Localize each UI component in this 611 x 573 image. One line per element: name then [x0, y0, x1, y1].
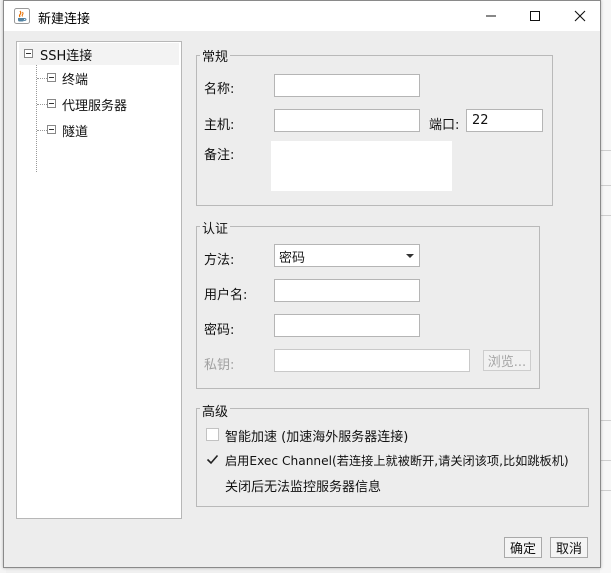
- collapse-toggle-icon[interactable]: [47, 125, 56, 134]
- note-textarea[interactable]: [271, 141, 452, 191]
- password-label: 密码:: [204, 323, 235, 338]
- dialog-title: 新建连接: [38, 12, 91, 27]
- tree-connector: [36, 65, 37, 172]
- exec-channel-label: 启用Exec Channel(若连接上就被断开,请关闭该项,比如跳板机): [225, 454, 569, 468]
- password-input[interactable]: [274, 314, 420, 337]
- tree-item-label: 隧道: [62, 125, 89, 140]
- dropdown-arrow-icon: [406, 254, 414, 258]
- tree-item-label: SSH连接: [40, 49, 93, 64]
- tree-item-label: 代理服务器: [62, 99, 128, 114]
- username-input[interactable]: [274, 279, 420, 302]
- auth-group-title: 认证: [200, 218, 231, 237]
- port-input[interactable]: [466, 109, 543, 132]
- host-label: 主机:: [204, 118, 235, 133]
- ok-button[interactable]: 确定: [504, 537, 542, 558]
- port-label: 端口:: [429, 118, 460, 133]
- host-input[interactable]: [274, 109, 420, 132]
- settings-tree: SSH连接 终端 代理服务器 隧道: [16, 41, 182, 519]
- method-select[interactable]: 密码: [274, 244, 420, 267]
- name-label: 名称:: [204, 82, 235, 97]
- minimize-icon: [486, 15, 496, 17]
- private-key-input[interactable]: [274, 349, 470, 372]
- tree-item-proxy[interactable]: 代理服务器: [47, 94, 177, 114]
- maximize-icon: [530, 11, 540, 21]
- browse-button[interactable]: 浏览...: [483, 350, 531, 371]
- new-connection-dialog: 新建连接 SSH连接 终端 代理服务器 隧道 常规 名称: 主机: 端口: 22…: [3, 0, 601, 568]
- exec-channel-note: 关闭后无法监控服务器信息: [225, 480, 382, 495]
- maximize-button[interactable]: [512, 1, 558, 31]
- close-button[interactable]: [557, 1, 603, 31]
- minimize-button[interactable]: [468, 1, 514, 31]
- java-cup-icon: [14, 8, 30, 24]
- title-bar: 新建连接: [4, 1, 600, 31]
- private-key-label: 私钥:: [204, 358, 235, 373]
- checkmark-icon: [206, 454, 219, 465]
- general-group-title: 常规: [200, 46, 231, 65]
- tree-item-label: 终端: [62, 73, 89, 88]
- cancel-button[interactable]: 取消: [550, 537, 588, 558]
- tree-item-terminal[interactable]: 终端: [47, 68, 167, 88]
- tree-item-ssh[interactable]: SSH连接: [19, 43, 179, 65]
- collapse-toggle-icon[interactable]: [47, 99, 56, 108]
- method-selected-value: 密码: [279, 251, 306, 266]
- tree-item-tunnel[interactable]: 隧道: [47, 120, 167, 140]
- close-icon: [574, 10, 586, 22]
- collapse-toggle-icon[interactable]: [24, 49, 33, 58]
- smart-accel-checkbox[interactable]: [206, 428, 219, 441]
- exec-channel-checkbox[interactable]: [206, 453, 219, 466]
- name-input[interactable]: [274, 74, 420, 97]
- collapse-toggle-icon[interactable]: [47, 73, 56, 82]
- method-label: 方法:: [204, 253, 235, 268]
- advanced-group-title: 高级: [200, 401, 231, 420]
- smart-accel-label: 智能加速 (加速海外服务器连接): [225, 430, 409, 445]
- username-label: 用户名:: [204, 288, 248, 303]
- note-label: 备注:: [204, 148, 235, 163]
- background-app-right-edge: [600, 0, 611, 573]
